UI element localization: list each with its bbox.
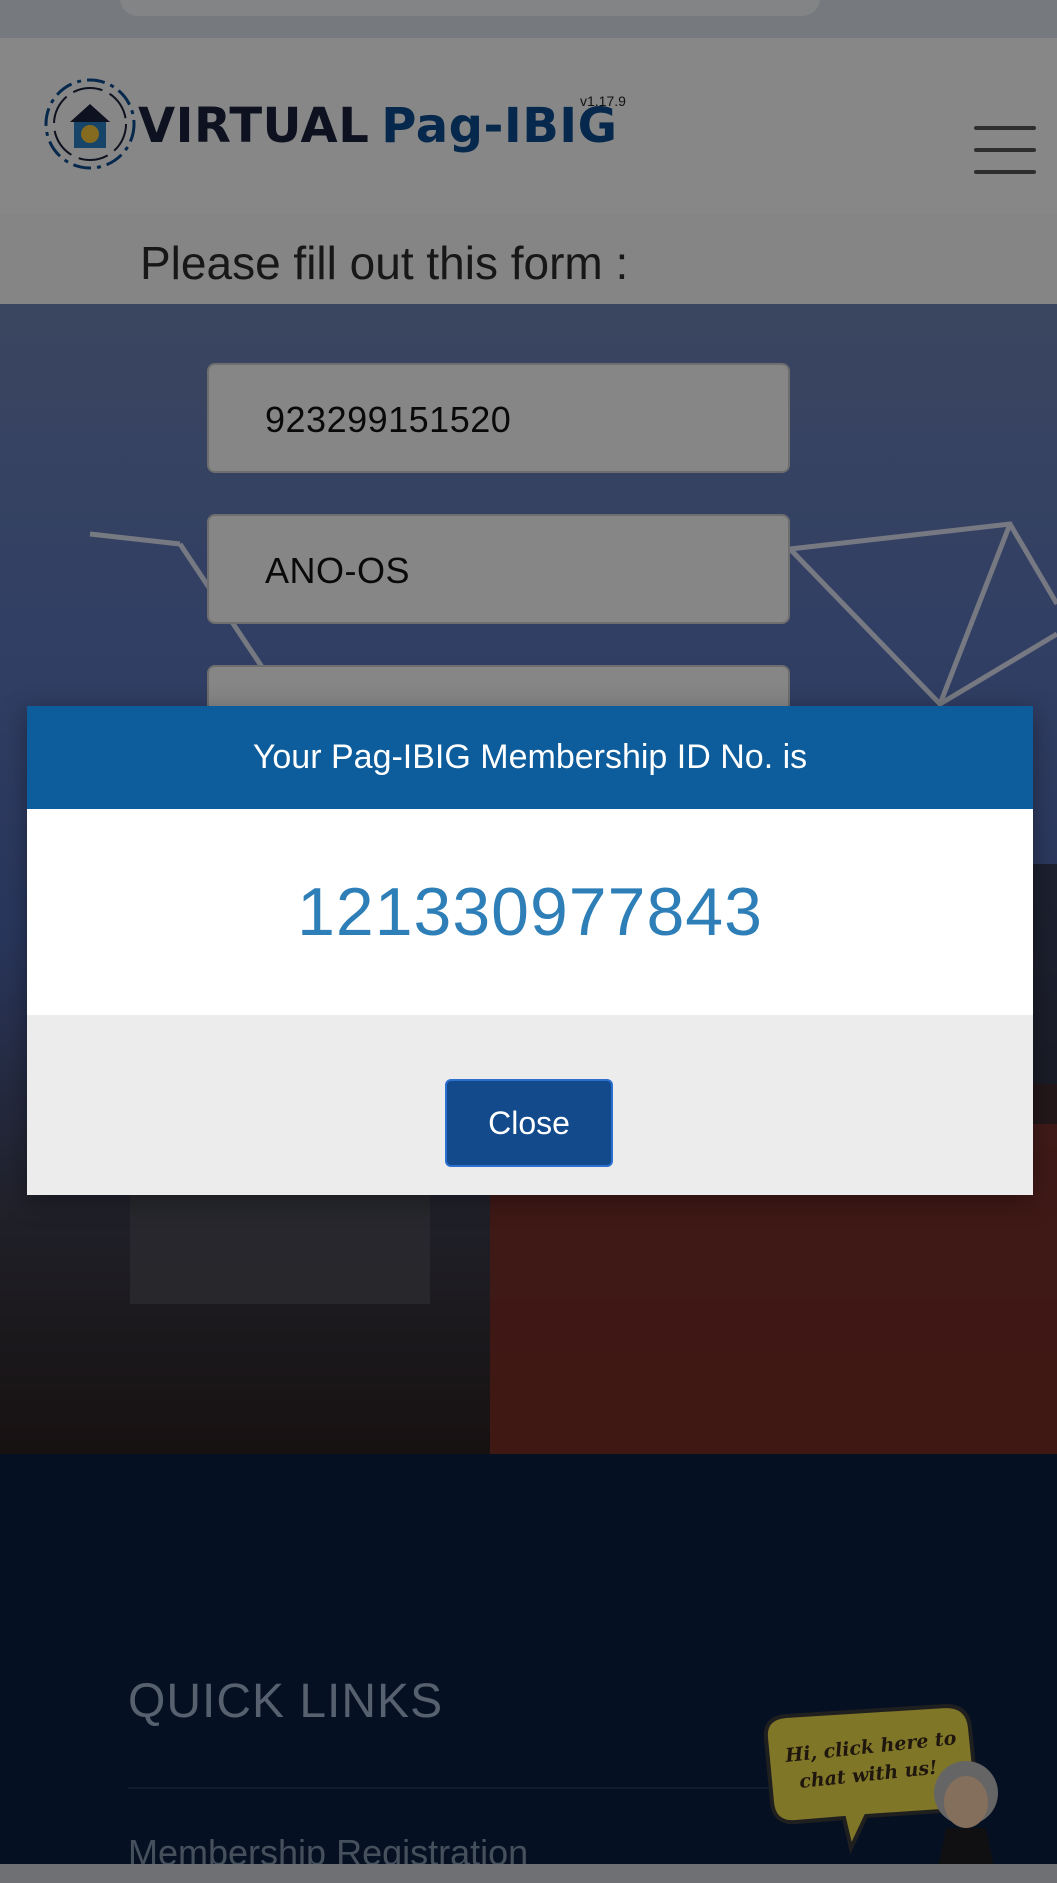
membership-id-number: 121330977843 <box>297 874 763 950</box>
close-button[interactable]: Close <box>445 1079 613 1167</box>
dialog-body: 121330977843 <box>27 809 1033 1015</box>
dialog-footer: Close <box>27 1015 1033 1195</box>
membership-id-dialog: Your Pag-IBIG Membership ID No. is 12133… <box>27 706 1033 1195</box>
dialog-header: Your Pag-IBIG Membership ID No. is <box>27 706 1033 809</box>
page: VIRTUAL Pag-IBIG v1.17.9 Please fill out … <box>0 0 1057 1883</box>
dialog-title: Your Pag-IBIG Membership ID No. is <box>252 738 808 776</box>
